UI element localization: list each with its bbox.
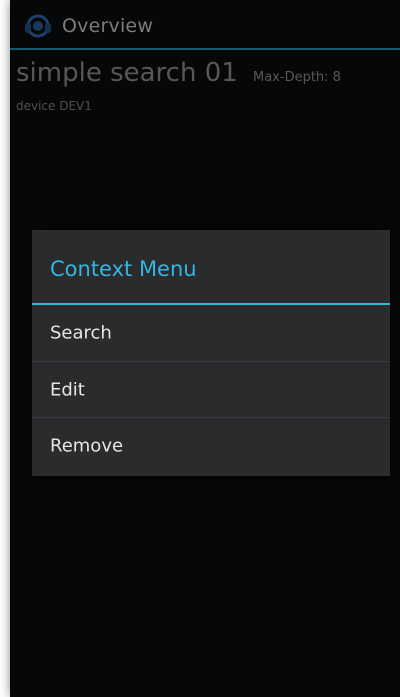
menu-item-label: Search (50, 322, 112, 344)
menu-item-remove[interactable]: Remove (32, 417, 390, 473)
dialog-title: Context Menu (50, 257, 197, 281)
context-menu-dialog: Context Menu Search Edit Remove (32, 230, 390, 476)
context-menu-list: Search Edit Remove (32, 305, 390, 473)
menu-item-search[interactable]: Search (32, 305, 390, 361)
device-screen: Overview simple search 01 Max-Depth: 8 d… (10, 0, 400, 697)
menu-item-edit[interactable]: Edit (32, 361, 390, 417)
menu-item-label: Remove (50, 435, 124, 456)
menu-item-label: Edit (50, 379, 85, 400)
